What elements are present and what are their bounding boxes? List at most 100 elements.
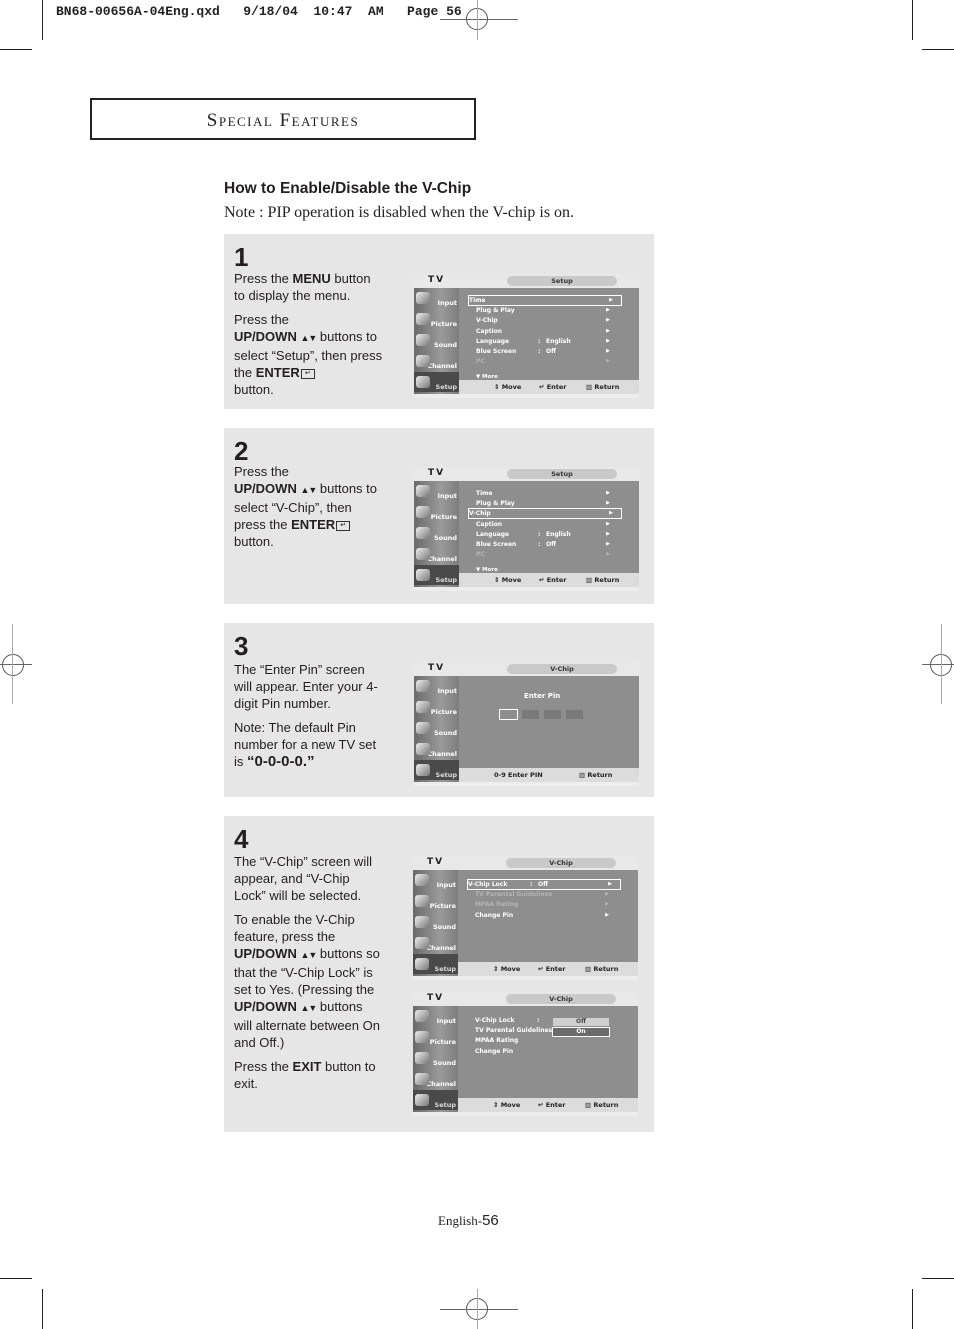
osd-menu-item[interactable]: Time ▶ (476, 489, 618, 498)
pin-digit-box[interactable] (499, 709, 518, 720)
return-hint: ▥ Return (579, 771, 613, 779)
osd-sidebar-item-channel[interactable]: Channel (413, 933, 458, 953)
osd-menu-item[interactable]: Caption ▶ (476, 327, 618, 336)
osd-sidebar-item-input[interactable]: Input (414, 288, 459, 308)
page-number: 56 (482, 1212, 499, 1229)
tv-label: TV (428, 468, 446, 478)
arrow-right-icon: ▶ (606, 358, 610, 365)
pin-digit-box[interactable] (566, 710, 583, 719)
osd-sidebar-item-input[interactable]: Input (414, 676, 459, 696)
pin-hint: 0-9 Enter PIN (494, 771, 543, 779)
osd-sidebar-label: Setup (435, 771, 457, 779)
osd-menu-item[interactable]: PC ▶ (476, 357, 618, 366)
osd-sidebar-item-input[interactable]: Input (413, 870, 458, 890)
separator: : (538, 530, 541, 538)
menu-item-label: Time (476, 490, 493, 497)
osd-sidebar-item-channel[interactable]: Channel (414, 544, 459, 564)
osd-sidebar-item-setup[interactable]: Setup (413, 1090, 458, 1110)
osd-menu-item[interactable]: Plug & Play ▶ (476, 499, 618, 508)
osd-sidebar-item-input[interactable]: Input (413, 1006, 458, 1026)
osd-sidebar-item-sound[interactable]: Sound (414, 330, 459, 350)
osd-sidebar-label: Sound (432, 1059, 456, 1067)
osd-menu-title: V-Chip (506, 994, 616, 1004)
menu-item-label: TV Parental Guidelines (475, 1027, 553, 1035)
osd-sidebar-item-channel[interactable]: Channel (414, 739, 459, 759)
osd-sidebar-label: Picture (430, 708, 457, 716)
osd-sidebar: Input Picture Sound Channel Setup (414, 481, 459, 587)
osd-sidebar-item-setup[interactable]: Setup (414, 372, 459, 392)
osd-menu-item[interactable]: Blue Screen: Off ▶ (476, 540, 618, 549)
osd-menu-item[interactable]: Caption ▶ (476, 520, 618, 529)
osd-sidebar: Input Picture Sound Channel Setup (414, 288, 459, 394)
osd-sidebar-label: Picture (429, 902, 456, 910)
separator: : (530, 881, 533, 888)
osd-menu-item[interactable]: Blue Screen: Off ▶ (476, 347, 618, 356)
osd-sidebar-item-picture[interactable]: Picture (414, 697, 459, 717)
menu-item-label: V-Chip (469, 510, 491, 518)
osd-menu-item[interactable]: Plug & Play ▶ (476, 306, 618, 315)
menu-item-value: Off (546, 348, 556, 355)
setup-icon (415, 958, 429, 970)
osd-menu-item[interactable]: V-Chip Lock: Off ▶ (467, 879, 621, 890)
osd-menu-item[interactable]: PC ▶ (476, 550, 618, 559)
more-indicator[interactable]: ▼ More (476, 566, 618, 575)
osd-sidebar-item-setup[interactable]: Setup (413, 954, 458, 974)
osd-menu-item[interactable]: TV Parental Guidelines ▶ (475, 890, 617, 899)
osd-sidebar-item-setup[interactable]: Setup (414, 565, 459, 585)
input-icon (416, 680, 430, 692)
arrow-right-icon: ▶ (606, 327, 610, 334)
option-off[interactable]: Off (553, 1018, 609, 1026)
osd-menu-item[interactable]: Change Pin (475, 1047, 617, 1056)
arrow-right-icon: ▶ (605, 891, 609, 898)
osd-sidebar-item-picture[interactable]: Picture (414, 309, 459, 329)
menu-item-label: Change Pin (475, 1047, 514, 1055)
osd-help-bar: 0-9 Enter PIN ▥ Return (459, 768, 639, 782)
osd-sidebar-item-picture[interactable]: Picture (413, 1027, 458, 1047)
osd-sidebar-item-picture[interactable]: Picture (414, 502, 459, 522)
setup-icon (415, 1094, 429, 1106)
osd-menu-item[interactable]: MPAA Rating ▶ (475, 900, 617, 909)
osd-title-bar: TV Setup (414, 467, 639, 481)
arrow-right-icon: ▶ (606, 530, 610, 537)
channel-icon (416, 355, 430, 367)
osd-menu-item[interactable]: Change Pin ▶ (475, 911, 617, 920)
osd-sidebar-item-sound[interactable]: Sound (414, 523, 459, 543)
osd-sidebar-item-channel[interactable]: Channel (414, 351, 459, 371)
osd-sidebar-label: Picture (429, 1038, 456, 1046)
osd-sidebar-label: Picture (430, 513, 457, 521)
page-heading: How to Enable/Disable the V-Chip (224, 180, 472, 197)
sound-icon (415, 1052, 429, 1064)
print-slug: BN68-00656A-04Eng.qxd 9/18/04 10:47 AM P… (56, 4, 462, 19)
option-on[interactable]: On (552, 1027, 610, 1037)
osd-sidebar-item-sound[interactable]: Sound (413, 912, 458, 932)
separator: : (538, 541, 541, 548)
picture-icon (415, 895, 429, 907)
osd-menu-item[interactable]: Time ▶ (468, 295, 622, 306)
osd-menu-item[interactable]: V-Chip ▶ (468, 508, 622, 520)
up-down-arrows-icon: ▲▼ (300, 485, 317, 495)
osd-sidebar-item-sound[interactable]: Sound (414, 718, 459, 738)
section-header: Special Features (90, 98, 476, 140)
tv-osd-screen: TV Setup Input Picture Sound Channel Setup ⇕ Mo… (414, 274, 639, 398)
osd-sidebar-item-setup[interactable]: Setup (414, 760, 459, 780)
pin-digit-box[interactable] (544, 710, 561, 719)
menu-item-label: Blue Screen (476, 348, 517, 355)
tv-label: TV (427, 993, 445, 1003)
osd-sidebar-label: Input (437, 299, 457, 307)
osd-sidebar-item-input[interactable]: Input (414, 481, 459, 501)
pin-digit-box[interactable] (522, 710, 539, 719)
osd-menu-item[interactable]: MPAA Rating (475, 1036, 617, 1045)
osd-menu-item[interactable]: Language: English ▶ (476, 337, 618, 346)
arrow-right-icon: ▶ (606, 551, 610, 558)
osd-sidebar-label: Channel (427, 750, 457, 758)
osd-menu-item[interactable]: V-Chip ▶ (476, 316, 618, 325)
osd-sidebar-item-channel[interactable]: Channel (413, 1069, 458, 1089)
osd-sidebar-label: Sound (433, 341, 457, 349)
tv-label: TV (428, 275, 446, 285)
osd-menu-item[interactable]: Language: English ▶ (476, 530, 618, 539)
osd-sidebar-item-sound[interactable]: Sound (413, 1048, 458, 1068)
more-indicator[interactable]: ▼ More (476, 373, 618, 382)
osd-sidebar-item-picture[interactable]: Picture (413, 891, 458, 911)
menu-item-label: Language (476, 337, 510, 345)
tv-osd-screen: TV Setup Input Picture Sound Channel Setup ⇕ Mo… (414, 467, 639, 591)
